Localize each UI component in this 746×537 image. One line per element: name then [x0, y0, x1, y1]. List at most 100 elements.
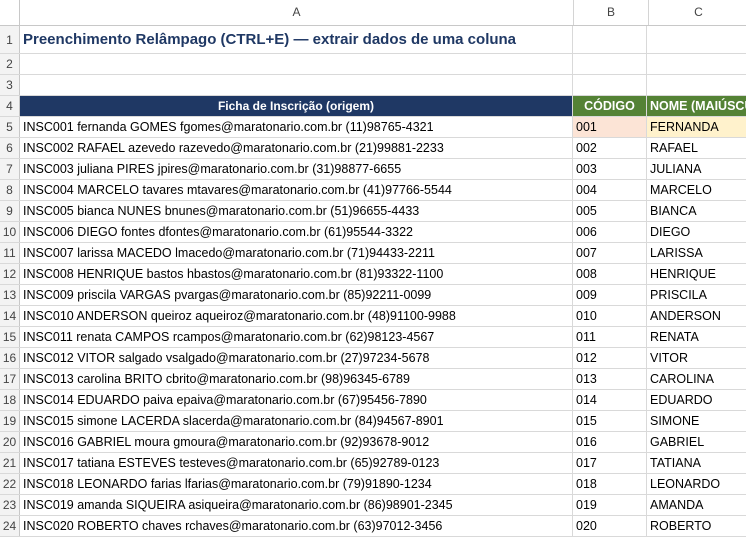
column-header-c[interactable]: C [649, 0, 746, 25]
cell-codigo[interactable]: 016 [573, 432, 647, 452]
row-header[interactable]: 12 [0, 264, 20, 284]
cell-ficha[interactable]: INSC003 juliana PIRES jpires@maratonario… [20, 159, 573, 179]
cell-codigo[interactable]: 010 [573, 306, 647, 326]
cell-codigo[interactable]: 014 [573, 390, 647, 410]
cell-ficha[interactable]: INSC012 VITOR salgado vsalgado@maratonar… [20, 348, 573, 368]
cell[interactable] [647, 75, 746, 95]
cell-ficha[interactable]: INSC004 MARCELO tavares mtavares@maraton… [20, 180, 573, 200]
cell-nome[interactable]: GABRIEL [647, 432, 746, 452]
header-ficha-inscricao[interactable]: Ficha de Inscrição (origem) [20, 96, 573, 116]
row-header[interactable]: 23 [0, 495, 20, 515]
cell-nome[interactable]: JULIANA [647, 159, 746, 179]
row-header[interactable]: 13 [0, 285, 20, 305]
cell[interactable] [20, 54, 573, 74]
cell-nome[interactable]: PRISCILA [647, 285, 746, 305]
cell-codigo[interactable]: 013 [573, 369, 647, 389]
row-header[interactable]: 9 [0, 201, 20, 221]
cell-ficha[interactable]: INSC016 GABRIEL moura gmoura@maratonario… [20, 432, 573, 452]
cell-nome[interactable]: DIEGO [647, 222, 746, 242]
cell-codigo[interactable]: 009 [573, 285, 647, 305]
row-header[interactable]: 18 [0, 390, 20, 410]
cell-codigo[interactable]: 020 [573, 516, 647, 536]
column-header-b[interactable]: B [574, 0, 649, 25]
row-header[interactable]: 21 [0, 453, 20, 473]
row-header[interactable]: 5 [0, 117, 20, 137]
cell-ficha[interactable]: INSC019 amanda SIQUEIRA asiqueira@marato… [20, 495, 573, 515]
cell-nome[interactable]: SIMONE [647, 411, 746, 431]
cell-ficha[interactable]: INSC014 EDUARDO paiva epaiva@maratonario… [20, 390, 573, 410]
row-header[interactable]: 11 [0, 243, 20, 263]
cell-ficha[interactable]: INSC005 bianca NUNES bnunes@maratonario.… [20, 201, 573, 221]
row-header[interactable]: 24 [0, 516, 20, 536]
cell-codigo[interactable]: 018 [573, 474, 647, 494]
cell-nome[interactable]: LEONARDO [647, 474, 746, 494]
cell-codigo[interactable]: 012 [573, 348, 647, 368]
cell-nome[interactable]: AMANDA [647, 495, 746, 515]
cell-ficha[interactable]: INSC013 carolina BRITO cbrito@maratonari… [20, 369, 573, 389]
cell-codigo[interactable]: 015 [573, 411, 647, 431]
row-header[interactable]: 16 [0, 348, 20, 368]
cell-nome[interactable]: HENRIQUE [647, 264, 746, 284]
cell-codigo[interactable]: 003 [573, 159, 647, 179]
cell-ficha[interactable]: INSC008 HENRIQUE bastos hbastos@maratona… [20, 264, 573, 284]
cell-codigo[interactable]: 019 [573, 495, 647, 515]
cell-ficha[interactable]: INSC017 tatiana ESTEVES testeves@maraton… [20, 453, 573, 473]
row-header[interactable]: 22 [0, 474, 20, 494]
row-header[interactable]: 14 [0, 306, 20, 326]
row-header[interactable]: 10 [0, 222, 20, 242]
cell-ficha[interactable]: INSC009 priscila VARGAS pvargas@maratona… [20, 285, 573, 305]
cell[interactable] [573, 75, 647, 95]
cell-nome[interactable]: EDUARDO [647, 390, 746, 410]
header-codigo[interactable]: CÓDIGO [573, 96, 647, 116]
row-header[interactable]: 2 [0, 54, 20, 74]
cell[interactable] [573, 54, 647, 74]
cell-nome[interactable]: ANDERSON [647, 306, 746, 326]
row-header[interactable]: 19 [0, 411, 20, 431]
cell-codigo[interactable]: 011 [573, 327, 647, 347]
cell-codigo[interactable]: 005 [573, 201, 647, 221]
cell-ficha[interactable]: INSC001 fernanda GOMES fgomes@maratonari… [20, 117, 573, 137]
cell-ficha[interactable]: INSC002 RAFAEL azevedo razevedo@maratona… [20, 138, 573, 158]
cell-ficha[interactable]: INSC018 LEONARDO farias lfarias@maratona… [20, 474, 573, 494]
header-nome-maiusculo[interactable]: NOME (MAIÚSCULO) [647, 96, 746, 116]
cell[interactable] [573, 26, 647, 53]
cell-codigo[interactable]: 008 [573, 264, 647, 284]
column-header-a[interactable]: A [20, 0, 574, 25]
cell-nome[interactable]: LARISSA [647, 243, 746, 263]
cell-ficha[interactable]: INSC007 larissa MACEDO lmacedo@maratonar… [20, 243, 573, 263]
cell-ficha[interactable]: INSC011 renata CAMPOS rcampos@maratonari… [20, 327, 573, 347]
cell-ficha[interactable]: INSC015 simone LACERDA slacerda@maratona… [20, 411, 573, 431]
row-header[interactable]: 1 [0, 26, 20, 53]
cell-codigo[interactable]: 017 [573, 453, 647, 473]
select-all-corner[interactable] [0, 0, 20, 25]
cell-nome[interactable]: RAFAEL [647, 138, 746, 158]
cell-ficha[interactable]: INSC006 DIEGO fontes dfontes@maratonario… [20, 222, 573, 242]
cell-nome[interactable]: FERNANDA [647, 117, 746, 137]
cell-codigo[interactable]: 007 [573, 243, 647, 263]
row-header[interactable]: 15 [0, 327, 20, 347]
row-header[interactable]: 20 [0, 432, 20, 452]
cell-nome[interactable]: TATIANA [647, 453, 746, 473]
row-header[interactable]: 7 [0, 159, 20, 179]
row-header[interactable]: 4 [0, 96, 20, 116]
cell-nome[interactable]: VITOR [647, 348, 746, 368]
cell[interactable] [647, 26, 746, 53]
cell-codigo[interactable]: 002 [573, 138, 647, 158]
cell-ficha[interactable]: INSC010 ANDERSON queiroz aqueiroz@marato… [20, 306, 573, 326]
row-header[interactable]: 3 [0, 75, 20, 95]
cell-codigo[interactable]: 004 [573, 180, 647, 200]
cell-codigo[interactable]: 001 [573, 117, 647, 137]
cell-nome[interactable]: RENATA [647, 327, 746, 347]
cell-nome[interactable]: BIANCA [647, 201, 746, 221]
cell-nome[interactable]: CAROLINA [647, 369, 746, 389]
cell[interactable] [20, 75, 573, 95]
cell[interactable] [647, 54, 746, 74]
row-header[interactable]: 17 [0, 369, 20, 389]
cell-nome[interactable]: ROBERTO [647, 516, 746, 536]
row-header[interactable]: 8 [0, 180, 20, 200]
cell-codigo[interactable]: 006 [573, 222, 647, 242]
cell-nome[interactable]: MARCELO [647, 180, 746, 200]
sheet-title[interactable]: Preenchimento Relâmpago (CTRL+E) — extra… [20, 26, 573, 53]
cell-ficha[interactable]: INSC020 ROBERTO chaves rchaves@maratonar… [20, 516, 573, 536]
row-header[interactable]: 6 [0, 138, 20, 158]
